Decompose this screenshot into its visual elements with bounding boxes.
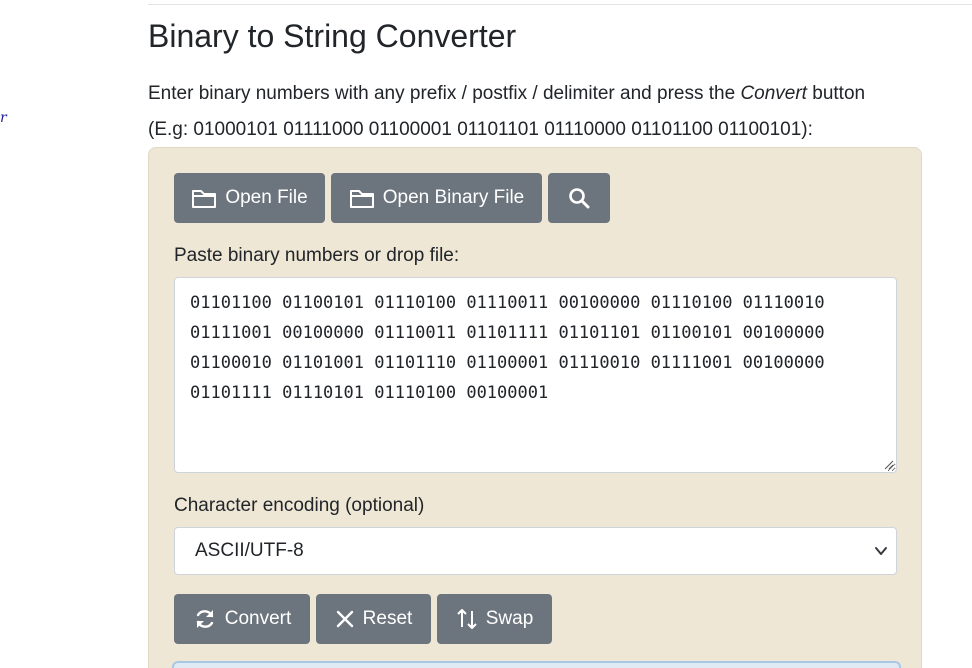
swap-button[interactable]: Swap <box>437 594 552 644</box>
convert-button[interactable]: Convert <box>174 594 310 644</box>
intro-example: (E.g: 01000101 01111000 01100001 0110110… <box>148 119 813 140</box>
resize-grip-icon[interactable] <box>884 460 894 470</box>
open-binary-file-button[interactable]: Open Binary File <box>331 173 542 223</box>
encoding-selected-value: ASCII/UTF-8 <box>195 540 304 561</box>
page: r Binary to String Converter Enter binar… <box>0 0 972 668</box>
top-divider <box>148 4 972 5</box>
search-icon <box>568 187 590 209</box>
intro-text-before: Enter binary numbers with any prefix / p… <box>148 83 741 104</box>
encoding-select[interactable]: ASCII/UTF-8 <box>174 527 897 575</box>
convert-label: Convert <box>224 608 292 629</box>
open-file-button[interactable]: Open File <box>174 173 325 223</box>
converter-panel: Open File Open Binary File Paste binary … <box>148 147 922 668</box>
close-icon <box>335 609 355 629</box>
page-title: Binary to String Converter <box>148 18 517 54</box>
reset-button[interactable]: Reset <box>316 594 431 644</box>
output-field[interactable] <box>172 661 901 668</box>
reset-label: Reset <box>362 608 413 629</box>
intro-text: Enter binary numbers with any prefix / p… <box>148 76 948 148</box>
binary-input[interactable]: 01101100 01100101 01110100 01110011 0010… <box>174 277 897 473</box>
open-file-label: Open File <box>225 187 308 208</box>
open-binary-file-label: Open Binary File <box>382 187 525 208</box>
folder-icon <box>191 187 217 209</box>
refresh-icon <box>193 607 217 631</box>
side-mark: r <box>0 110 7 126</box>
search-button[interactable] <box>548 173 610 223</box>
swap-label: Swap <box>485 608 534 629</box>
swap-arrows-icon <box>456 607 478 631</box>
chevron-down-icon <box>875 547 887 555</box>
encoding-label: Character encoding (optional) <box>174 495 425 516</box>
folder-icon <box>349 187 375 209</box>
intro-text-after: button <box>806 83 866 104</box>
input-label: Paste binary numbers or drop file: <box>174 245 460 266</box>
intro-text-convert: Convert <box>740 83 807 104</box>
